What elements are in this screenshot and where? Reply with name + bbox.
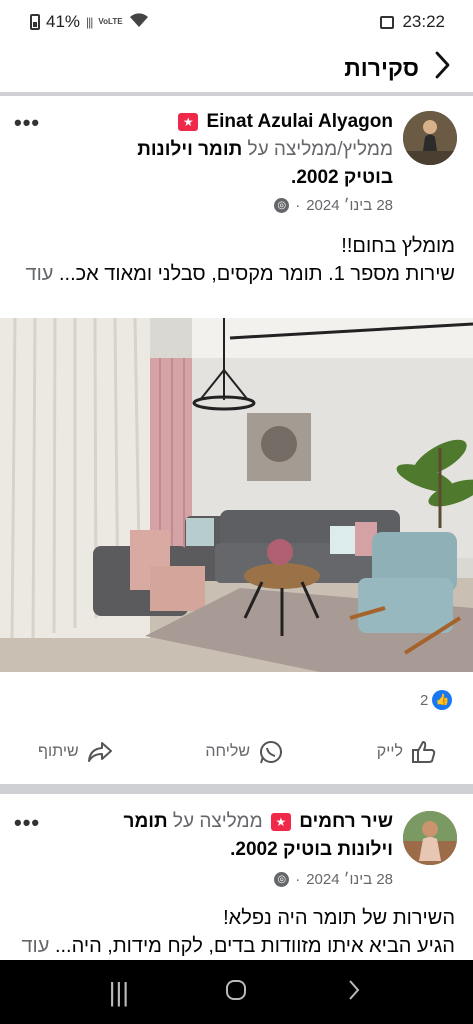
recommend-icon: ★ bbox=[270, 812, 291, 831]
review-line-2: הגיע הביא איתו מזוודות בדים, לקח מידות, … bbox=[10, 932, 455, 960]
recommends-text: ממליצה על bbox=[172, 811, 263, 832]
share-button[interactable]: שיתוף bbox=[38, 739, 113, 765]
send-label: שליחה bbox=[205, 743, 251, 760]
reaction-count: 2 bbox=[420, 691, 429, 709]
living-room-photo bbox=[0, 318, 473, 672]
review-line-2-text: הגיע הביא איתו מזוודות בדים, לקח מידות, … bbox=[54, 935, 455, 957]
status-bar: 41% ||| VoLTE 23:22 bbox=[0, 0, 473, 44]
status-right: 23:22 bbox=[380, 12, 445, 32]
see-more-link[interactable]: עוד bbox=[26, 263, 54, 285]
review-line-1: מומלץ בחום!! bbox=[341, 235, 455, 257]
see-more-link[interactable]: עוד bbox=[21, 935, 49, 957]
review-line-1: השירות של תומר היה נפלא! bbox=[223, 907, 455, 929]
review-date[interactable]: 28 בינו׳ 2024 bbox=[306, 871, 393, 888]
review-meta: 28 בינו׳ 2024 · ◎ bbox=[274, 197, 393, 214]
status-left: 41% ||| VoLTE bbox=[30, 12, 149, 33]
globe-icon: ◎ bbox=[274, 872, 290, 887]
recommend-icon: ★ bbox=[178, 112, 199, 131]
send-button[interactable]: שליחה bbox=[205, 739, 284, 765]
review-date[interactable]: 28 בינו׳ 2024 bbox=[306, 197, 393, 214]
page-title: סקירות bbox=[344, 54, 419, 81]
reviewer-name[interactable]: שיר רחמים bbox=[299, 811, 393, 832]
whatsapp-icon bbox=[260, 741, 283, 764]
wifi-icon bbox=[129, 12, 149, 33]
back-chevron-icon[interactable] bbox=[433, 51, 451, 85]
meta-dot: · bbox=[295, 871, 301, 888]
more-options-icon[interactable]: ••• bbox=[14, 810, 40, 836]
review-body-1: מומלץ בחום!! שירות מספר 1. תומר מקסים, ס… bbox=[10, 232, 455, 288]
review-headline: Einat Azulai Alyagon ★ ממליץ/ממליצה על ת… bbox=[93, 108, 393, 192]
meta-dot: · bbox=[295, 197, 301, 214]
gallery-notification-icon bbox=[380, 15, 395, 29]
home-icon[interactable] bbox=[206, 977, 266, 1008]
page-header: סקירות bbox=[0, 44, 473, 92]
reviewer-avatar[interactable] bbox=[403, 111, 457, 165]
thumbs-up-icon bbox=[411, 741, 436, 763]
recent-apps-icon[interactable]: ||| bbox=[89, 977, 149, 1008]
review-body-2: השירות של תומר היה נפלא! הגיע הביא איתו … bbox=[10, 904, 455, 960]
reviewer-name[interactable]: Einat Azulai Alyagon bbox=[206, 111, 393, 132]
reviewer-avatar[interactable] bbox=[403, 811, 457, 865]
system-nav-bar: ||| bbox=[0, 960, 473, 1024]
share-arrow-icon bbox=[87, 742, 112, 762]
more-options-icon[interactable]: ••• bbox=[14, 110, 40, 136]
review-line-2: שירות מספר 1. תומר מקסים, סבלני ומאוד אכ… bbox=[10, 260, 455, 288]
recommends-text: ממליץ/ממליצה על bbox=[247, 139, 394, 160]
volte-indicator: VoLTE bbox=[98, 17, 123, 26]
back-icon[interactable] bbox=[324, 977, 384, 1008]
like-label: לייק bbox=[376, 743, 403, 760]
globe-icon: ◎ bbox=[274, 198, 290, 213]
like-button[interactable]: לייק bbox=[377, 739, 437, 765]
share-label: שיתוף bbox=[38, 743, 79, 760]
clock: 23:22 bbox=[402, 12, 445, 31]
action-bar: שיתוף שליחה לייק bbox=[0, 730, 473, 774]
review-headline: שיר רחמים ★ ממליצה על תומר וילונות בוטיק… bbox=[93, 808, 393, 864]
battery-level: 41% bbox=[46, 12, 81, 31]
review-photo[interactable] bbox=[0, 318, 473, 672]
like-reaction-icon: 👍 bbox=[432, 690, 453, 710]
battery-icon bbox=[30, 14, 40, 30]
review-divider bbox=[0, 784, 473, 794]
review-line-2-text: שירות מספר 1. תומר מקסים, סבלני ומאוד אכ… bbox=[59, 263, 455, 285]
review-meta: 28 בינו׳ 2024 · ◎ bbox=[274, 871, 393, 888]
reaction-summary[interactable]: 2 👍 bbox=[420, 690, 453, 710]
signal-icon: ||| bbox=[86, 15, 93, 29]
